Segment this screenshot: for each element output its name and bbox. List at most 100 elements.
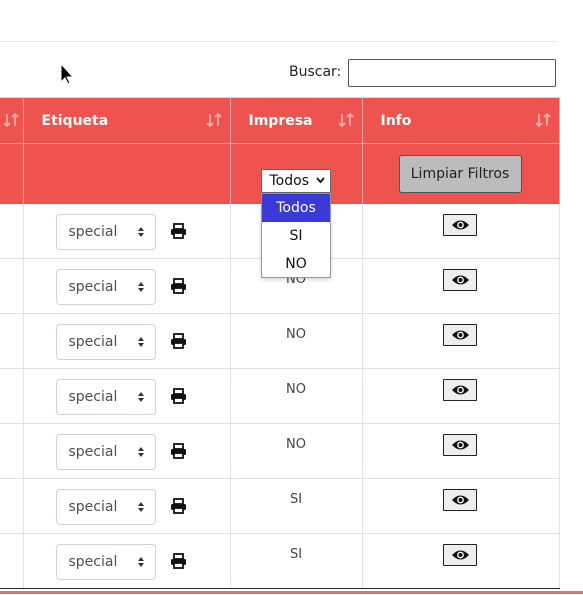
select-arrows-icon bbox=[137, 392, 144, 402]
printer-icon[interactable] bbox=[170, 388, 187, 404]
info-cell bbox=[362, 203, 560, 259]
info-cell bbox=[362, 423, 560, 479]
etiqueta-select[interactable]: special bbox=[55, 544, 156, 580]
printer-icon[interactable] bbox=[170, 498, 187, 514]
etiqueta-select-value: special bbox=[68, 334, 118, 350]
dropdown-option-todos[interactable]: Todos bbox=[262, 194, 330, 222]
column-header-label: Impresa bbox=[248, 112, 313, 129]
bottom-divider bbox=[0, 591, 583, 594]
data-table: Etiqueta Impresa Info Todos Limpiar Filt… bbox=[0, 97, 560, 589]
filter-cell: Limpiar Filtros bbox=[362, 143, 560, 204]
column-header-truncated[interactable] bbox=[0, 97, 24, 144]
impresa-value: SI bbox=[289, 491, 303, 507]
mouse-cursor-icon bbox=[60, 63, 75, 85]
etiqueta-select[interactable]: special bbox=[55, 324, 156, 360]
view-button[interactable] bbox=[442, 213, 477, 236]
eye-icon bbox=[451, 495, 469, 505]
column-header-impresa[interactable]: Impresa bbox=[230, 97, 363, 144]
table-row: special NO bbox=[0, 423, 560, 479]
eye-icon bbox=[451, 385, 469, 395]
etiqueta-cell: special bbox=[23, 423, 231, 479]
truncated-cell bbox=[0, 478, 24, 534]
impresa-cell: SI bbox=[230, 478, 363, 534]
sort-icon bbox=[534, 112, 551, 128]
sort-icon bbox=[337, 112, 354, 128]
filter-cell bbox=[0, 143, 24, 204]
view-button[interactable] bbox=[442, 434, 477, 456]
impresa-cell: NO bbox=[230, 313, 363, 369]
select-arrows-icon bbox=[137, 282, 144, 292]
printer-icon[interactable] bbox=[170, 278, 187, 294]
view-button[interactable] bbox=[442, 269, 477, 291]
impresa-filter-value: Todos bbox=[269, 173, 309, 189]
printer-icon[interactable] bbox=[170, 553, 187, 569]
etiqueta-select-value: special bbox=[68, 554, 118, 570]
impresa-value: SI bbox=[289, 546, 303, 562]
dropdown-option-si[interactable]: SI bbox=[262, 222, 330, 250]
search-input[interactable] bbox=[348, 59, 556, 87]
etiqueta-cell: special bbox=[23, 203, 231, 259]
sort-icon bbox=[205, 112, 222, 128]
etiqueta-select[interactable]: special bbox=[55, 213, 156, 250]
table-row: special SI bbox=[0, 533, 560, 589]
printer-icon[interactable] bbox=[170, 222, 187, 239]
impresa-filter-dropdown: Todos SI NO bbox=[261, 193, 331, 278]
sort-icon bbox=[2, 112, 19, 128]
select-arrows-icon bbox=[137, 226, 144, 237]
printer-icon[interactable] bbox=[170, 443, 187, 459]
filter-cell bbox=[23, 143, 231, 204]
eye-icon bbox=[451, 440, 469, 450]
impresa-cell: SI bbox=[230, 533, 363, 589]
view-button[interactable] bbox=[442, 544, 477, 566]
etiqueta-cell: special bbox=[23, 368, 231, 424]
chevron-down-icon bbox=[315, 177, 325, 184]
table-row: special NO bbox=[0, 368, 560, 424]
info-cell bbox=[362, 258, 560, 314]
search-label: Buscar: bbox=[289, 64, 342, 80]
truncated-cell bbox=[0, 423, 24, 479]
impresa-filter-select[interactable]: Todos bbox=[260, 169, 331, 193]
dropdown-option-no[interactable]: NO bbox=[262, 250, 330, 278]
impresa-value: NO bbox=[286, 381, 306, 397]
etiqueta-select-value: special bbox=[68, 223, 118, 240]
printer-icon[interactable] bbox=[170, 333, 187, 349]
truncated-cell bbox=[0, 368, 24, 424]
etiqueta-select-value: special bbox=[68, 444, 118, 460]
etiqueta-select[interactable]: special bbox=[55, 269, 156, 305]
select-arrows-icon bbox=[137, 502, 144, 512]
truncated-cell bbox=[0, 533, 24, 589]
view-button[interactable] bbox=[442, 489, 477, 511]
column-header-label: Info bbox=[380, 112, 412, 129]
info-cell bbox=[362, 478, 560, 534]
eye-icon bbox=[451, 275, 469, 285]
column-header-info[interactable]: Info bbox=[362, 97, 560, 144]
table-row: special SI bbox=[0, 478, 560, 534]
etiqueta-select[interactable]: special bbox=[55, 489, 156, 525]
table-row: special NO bbox=[0, 313, 560, 369]
etiqueta-select-value: special bbox=[68, 499, 118, 515]
eye-icon bbox=[451, 330, 469, 340]
column-header-etiqueta[interactable]: Etiqueta bbox=[23, 97, 231, 144]
info-cell bbox=[362, 533, 560, 589]
etiqueta-select-value: special bbox=[68, 389, 118, 405]
etiqueta-select[interactable]: special bbox=[55, 434, 156, 470]
column-header-label: Etiqueta bbox=[41, 112, 109, 129]
etiqueta-select-value: special bbox=[68, 279, 118, 295]
select-arrows-icon bbox=[137, 337, 144, 347]
truncated-cell bbox=[0, 258, 24, 314]
impresa-value: NO bbox=[286, 326, 306, 342]
view-button[interactable] bbox=[442, 379, 477, 401]
eye-icon bbox=[451, 220, 469, 229]
impresa-value: NO bbox=[286, 436, 306, 452]
info-cell bbox=[362, 313, 560, 369]
etiqueta-cell: special bbox=[23, 533, 231, 589]
info-cell bbox=[362, 368, 560, 424]
clear-filters-button[interactable]: Limpiar Filtros bbox=[398, 155, 522, 193]
select-arrows-icon bbox=[137, 447, 144, 457]
top-divider bbox=[0, 41, 557, 42]
etiqueta-select[interactable]: special bbox=[55, 379, 156, 415]
impresa-cell: NO bbox=[230, 368, 363, 424]
view-button[interactable] bbox=[442, 324, 477, 346]
etiqueta-cell: special bbox=[23, 313, 231, 369]
table-header-row: Etiqueta Impresa Info bbox=[0, 97, 560, 144]
